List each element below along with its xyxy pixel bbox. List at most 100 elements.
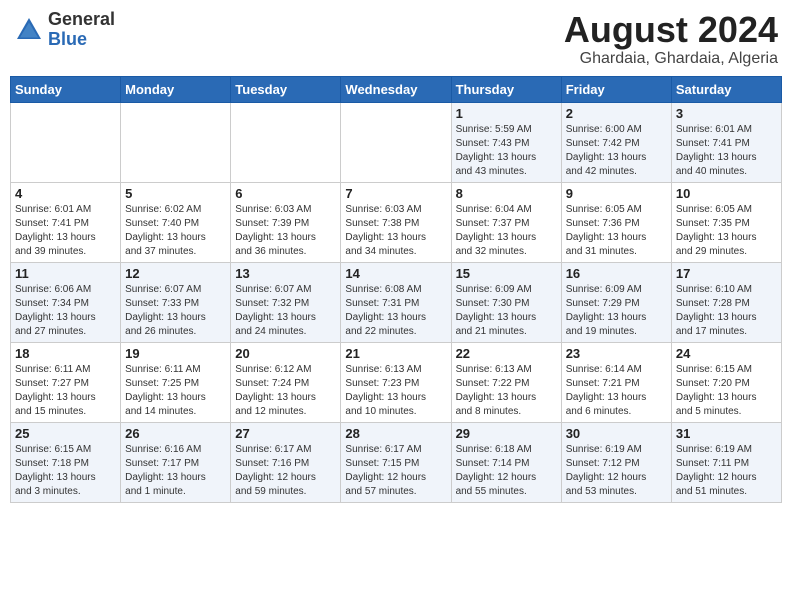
- day-info: Sunrise: 6:09 AM Sunset: 7:29 PM Dayligh…: [566, 283, 667, 339]
- day-info: Sunrise: 6:12 AM Sunset: 7:24 PM Dayligh…: [235, 363, 336, 419]
- day-number: 29: [456, 426, 557, 441]
- day-number: 4: [15, 186, 116, 201]
- calendar-cell: 15Sunrise: 6:09 AM Sunset: 7:30 PM Dayli…: [451, 262, 561, 342]
- logo-text: General Blue: [48, 10, 115, 50]
- calendar-cell: 19 Sunrise: 6:11 AM Sunset: 7:25 PM Dayli…: [121, 342, 231, 422]
- day-number: 7: [345, 186, 446, 201]
- day-info: Sunrise: 6:05 AM Sunset: 7:36 PM Dayligh…: [566, 203, 667, 259]
- day-info: Sunrise: 6:17 AM Sunset: 7:15 PM Dayligh…: [345, 443, 446, 499]
- calendar-cell: 28 Sunrise: 6:17 AM Sunset: 7:15 PM Dayli…: [341, 422, 451, 502]
- calendar-cell: 27 Sunrise: 6:17 AM Sunset: 7:16 PM Dayli…: [231, 422, 341, 502]
- day-info: Sunrise: 6:19 AM Sunset: 7:12 PM Dayligh…: [566, 443, 667, 499]
- calendar-cell: 22 Sunrise: 6:13 AM Sunset: 7:22 PM Dayli…: [451, 342, 561, 422]
- calendar-cell: 25 Sunrise: 6:15 AM Sunset: 7:18 PM Dayli…: [11, 422, 121, 502]
- day-number: 12: [125, 266, 226, 281]
- calendar-cell: 5Sunrise: 6:02 AM Sunset: 7:40 PM Daylig…: [121, 182, 231, 262]
- calendar-week-row: 18Sunrise: 6:11 AM Sunset: 7:27 PM Dayli…: [11, 342, 782, 422]
- day-info: Sunrise: 6:07 AM Sunset: 7:32 PM Dayligh…: [235, 283, 336, 339]
- calendar-cell: [11, 102, 121, 182]
- day-info: Sunrise: 6:01 AM Sunset: 7:41 PM Dayligh…: [15, 203, 116, 259]
- day-info: Sunrise: 6:06 AM Sunset: 7:34 PM Dayligh…: [15, 283, 116, 339]
- day-info: Sunrise: 6:04 AM Sunset: 7:37 PM Dayligh…: [456, 203, 557, 259]
- calendar-cell: 26 Sunrise: 6:16 AM Sunset: 7:17 PM Dayli…: [121, 422, 231, 502]
- calendar-cell: 18Sunrise: 6:11 AM Sunset: 7:27 PM Dayli…: [11, 342, 121, 422]
- day-number: 1: [456, 106, 557, 121]
- calendar-table: SundayMondayTuesdayWednesdayThursdayFrid…: [10, 76, 782, 503]
- calendar-week-row: 25 Sunrise: 6:15 AM Sunset: 7:18 PM Dayli…: [11, 422, 782, 502]
- day-info: Sunrise: 6:07 AM Sunset: 7:33 PM Dayligh…: [125, 283, 226, 339]
- calendar-cell: 4 Sunrise: 6:01 AM Sunset: 7:41 PM Daylig…: [11, 182, 121, 262]
- logo-blue-text: Blue: [48, 30, 115, 50]
- day-info: Sunrise: 6:15 AM Sunset: 7:18 PM Dayligh…: [15, 443, 116, 499]
- day-number: 26: [125, 426, 226, 441]
- calendar-cell: 2 Sunrise: 6:00 AM Sunset: 7:42 PM Daylig…: [561, 102, 671, 182]
- day-number: 3: [676, 106, 777, 121]
- calendar-cell: 6Sunrise: 6:03 AM Sunset: 7:39 PM Daylig…: [231, 182, 341, 262]
- weekday-header-saturday: Saturday: [671, 76, 781, 102]
- calendar-cell: 23 Sunrise: 6:14 AM Sunset: 7:21 PM Dayli…: [561, 342, 671, 422]
- weekday-header-friday: Friday: [561, 76, 671, 102]
- calendar-cell: 30 Sunrise: 6:19 AM Sunset: 7:12 PM Dayli…: [561, 422, 671, 502]
- day-info: Sunrise: 6:15 AM Sunset: 7:20 PM Dayligh…: [676, 363, 777, 419]
- day-number: 21: [345, 346, 446, 361]
- calendar-cell: 12 Sunrise: 6:07 AM Sunset: 7:33 PM Dayli…: [121, 262, 231, 342]
- day-number: 9: [566, 186, 667, 201]
- calendar-cell: 20 Sunrise: 6:12 AM Sunset: 7:24 PM Dayli…: [231, 342, 341, 422]
- day-number: 23: [566, 346, 667, 361]
- calendar-cell: 7Sunrise: 6:03 AM Sunset: 7:38 PM Daylig…: [341, 182, 451, 262]
- calendar-cell: [121, 102, 231, 182]
- day-info: Sunrise: 6:05 AM Sunset: 7:35 PM Dayligh…: [676, 203, 777, 259]
- day-info: Sunrise: 6:00 AM Sunset: 7:42 PM Dayligh…: [566, 123, 667, 179]
- day-number: 27: [235, 426, 336, 441]
- calendar-week-row: 11Sunrise: 6:06 AM Sunset: 7:34 PM Dayli…: [11, 262, 782, 342]
- day-info: Sunrise: 6:08 AM Sunset: 7:31 PM Dayligh…: [345, 283, 446, 339]
- calendar-cell: 31Sunrise: 6:19 AM Sunset: 7:11 PM Dayli…: [671, 422, 781, 502]
- day-number: 24: [676, 346, 777, 361]
- day-number: 25: [15, 426, 116, 441]
- day-info: Sunrise: 6:16 AM Sunset: 7:17 PM Dayligh…: [125, 443, 226, 499]
- calendar-cell: 21 Sunrise: 6:13 AM Sunset: 7:23 PM Dayli…: [341, 342, 451, 422]
- month-year-title: August 2024: [564, 10, 778, 50]
- day-number: 28: [345, 426, 446, 441]
- calendar-cell: 16 Sunrise: 6:09 AM Sunset: 7:29 PM Dayli…: [561, 262, 671, 342]
- day-number: 22: [456, 346, 557, 361]
- logo: General Blue: [14, 10, 115, 50]
- day-info: Sunrise: 6:11 AM Sunset: 7:27 PM Dayligh…: [15, 363, 116, 419]
- day-number: 13: [235, 266, 336, 281]
- calendar-cell: 14 Sunrise: 6:08 AM Sunset: 7:31 PM Dayli…: [341, 262, 451, 342]
- day-number: 30: [566, 426, 667, 441]
- weekday-header-row: SundayMondayTuesdayWednesdayThursdayFrid…: [11, 76, 782, 102]
- day-info: Sunrise: 6:17 AM Sunset: 7:16 PM Dayligh…: [235, 443, 336, 499]
- calendar-cell: 10 Sunrise: 6:05 AM Sunset: 7:35 PM Dayli…: [671, 182, 781, 262]
- calendar-cell: 1 Sunrise: 5:59 AM Sunset: 7:43 PM Daylig…: [451, 102, 561, 182]
- day-number: 2: [566, 106, 667, 121]
- calendar-week-row: 1 Sunrise: 5:59 AM Sunset: 7:43 PM Daylig…: [11, 102, 782, 182]
- day-number: 14: [345, 266, 446, 281]
- day-number: 19: [125, 346, 226, 361]
- logo-general-text: General: [48, 10, 115, 30]
- day-info: Sunrise: 6:11 AM Sunset: 7:25 PM Dayligh…: [125, 363, 226, 419]
- calendar-cell: [341, 102, 451, 182]
- weekday-header-wednesday: Wednesday: [341, 76, 451, 102]
- day-info: Sunrise: 6:03 AM Sunset: 7:39 PM Dayligh…: [235, 203, 336, 259]
- location-subtitle: Ghardaia, Ghardaia, Algeria: [564, 50, 778, 68]
- day-info: Sunrise: 6:18 AM Sunset: 7:14 PM Dayligh…: [456, 443, 557, 499]
- day-number: 10: [676, 186, 777, 201]
- weekday-header-monday: Monday: [121, 76, 231, 102]
- page-header: General Blue August 2024 Ghardaia, Ghard…: [10, 10, 782, 68]
- title-block: August 2024 Ghardaia, Ghardaia, Algeria: [564, 10, 778, 68]
- day-number: 8: [456, 186, 557, 201]
- calendar-cell: 9 Sunrise: 6:05 AM Sunset: 7:36 PM Daylig…: [561, 182, 671, 262]
- day-info: Sunrise: 5:59 AM Sunset: 7:43 PM Dayligh…: [456, 123, 557, 179]
- day-info: Sunrise: 6:14 AM Sunset: 7:21 PM Dayligh…: [566, 363, 667, 419]
- day-info: Sunrise: 6:13 AM Sunset: 7:23 PM Dayligh…: [345, 363, 446, 419]
- day-info: Sunrise: 6:13 AM Sunset: 7:22 PM Dayligh…: [456, 363, 557, 419]
- calendar-cell: 11Sunrise: 6:06 AM Sunset: 7:34 PM Dayli…: [11, 262, 121, 342]
- day-number: 16: [566, 266, 667, 281]
- calendar-cell: 8 Sunrise: 6:04 AM Sunset: 7:37 PM Daylig…: [451, 182, 561, 262]
- weekday-header-sunday: Sunday: [11, 76, 121, 102]
- day-number: 20: [235, 346, 336, 361]
- day-info: Sunrise: 6:10 AM Sunset: 7:28 PM Dayligh…: [676, 283, 777, 339]
- weekday-header-thursday: Thursday: [451, 76, 561, 102]
- day-info: Sunrise: 6:01 AM Sunset: 7:41 PM Dayligh…: [676, 123, 777, 179]
